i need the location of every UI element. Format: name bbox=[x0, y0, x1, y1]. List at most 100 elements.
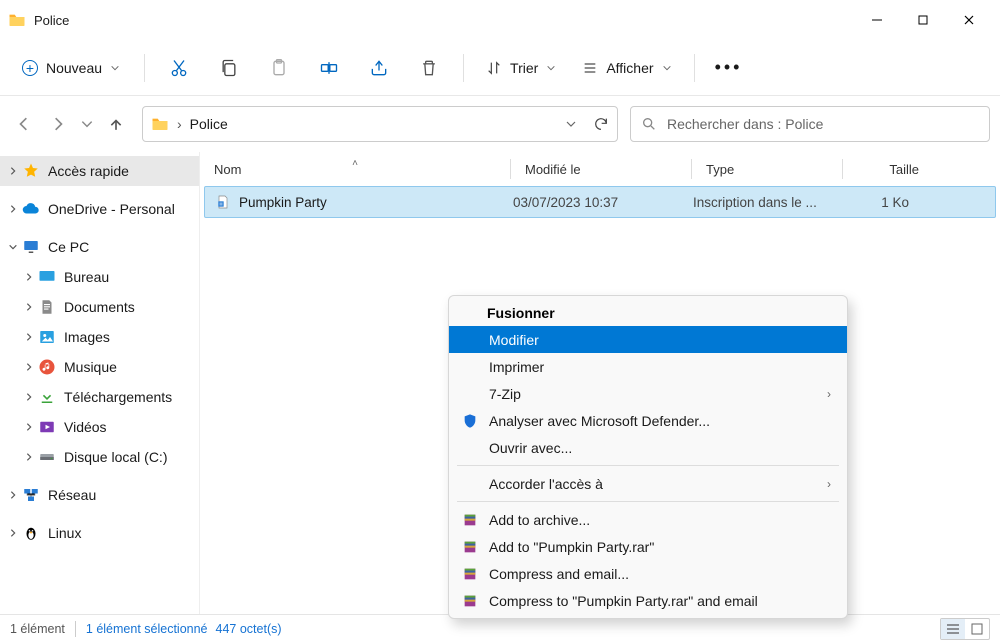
sidebar-item-videos[interactable]: Vidéos bbox=[0, 412, 199, 442]
chevron-right-icon[interactable] bbox=[20, 452, 38, 462]
column-header-modified[interactable]: Modifié le bbox=[511, 162, 691, 177]
delete-button[interactable] bbox=[407, 49, 451, 87]
sidebar: Accès rapide OneDrive - Personal Ce PC B… bbox=[0, 152, 200, 614]
sidebar-item-label: Accès rapide bbox=[48, 163, 129, 179]
sidebar-item-quick-access[interactable]: Accès rapide bbox=[0, 156, 199, 186]
menu-item-print[interactable]: Imprimer bbox=[449, 353, 847, 380]
reg-file-icon bbox=[215, 194, 231, 210]
chevron-right-icon[interactable] bbox=[20, 362, 38, 372]
file-size: 1 Ko bbox=[843, 195, 923, 210]
network-icon bbox=[22, 486, 40, 504]
back-button[interactable] bbox=[10, 109, 38, 139]
address-segment[interactable]: Police bbox=[190, 116, 228, 132]
copy-button[interactable] bbox=[207, 49, 251, 87]
menu-item-open-with[interactable]: Ouvrir avec... bbox=[449, 434, 847, 461]
cloud-icon bbox=[22, 200, 40, 218]
more-button[interactable]: ••• bbox=[707, 49, 751, 87]
close-button[interactable] bbox=[946, 3, 992, 37]
chevron-right-icon[interactable] bbox=[4, 528, 22, 538]
view-icon bbox=[582, 60, 598, 76]
sidebar-item-network[interactable]: Réseau bbox=[0, 480, 199, 510]
more-icon: ••• bbox=[715, 57, 743, 78]
status-selection-count: 1 élément sélectionné bbox=[86, 622, 208, 636]
window-title: Police bbox=[34, 13, 69, 28]
new-button[interactable]: + Nouveau bbox=[10, 54, 132, 82]
menu-item-defender[interactable]: Analyser avec Microsoft Defender... bbox=[449, 407, 847, 434]
archive-icon bbox=[462, 539, 478, 555]
menu-header: Fusionner bbox=[449, 300, 847, 326]
sidebar-item-label: Ce PC bbox=[48, 239, 89, 255]
up-button[interactable] bbox=[102, 109, 130, 139]
sidebar-item-label: Disque local (C:) bbox=[64, 449, 167, 465]
view-large-icons-button[interactable] bbox=[965, 619, 989, 639]
sidebar-item-downloads[interactable]: Téléchargements bbox=[0, 382, 199, 412]
chevron-right-icon[interactable] bbox=[20, 422, 38, 432]
cut-button[interactable] bbox=[157, 49, 201, 87]
address-bar[interactable]: › Police bbox=[142, 106, 618, 142]
sort-button[interactable]: Trier bbox=[476, 54, 566, 82]
sidebar-item-disk-c[interactable]: Disque local (C:) bbox=[0, 442, 199, 472]
share-button[interactable] bbox=[357, 49, 401, 87]
sidebar-item-onedrive[interactable]: OneDrive - Personal bbox=[0, 194, 199, 224]
sort-indicator-icon: ˄ bbox=[352, 158, 358, 169]
rename-button[interactable] bbox=[307, 49, 351, 87]
chevron-right-icon[interactable] bbox=[4, 166, 22, 176]
sidebar-item-linux[interactable]: Linux bbox=[0, 518, 199, 548]
file-name: Pumpkin Party bbox=[239, 195, 327, 210]
chevron-right-icon[interactable] bbox=[20, 302, 38, 312]
forward-button[interactable] bbox=[44, 109, 72, 139]
menu-item-add-archive[interactable]: Add to archive... bbox=[449, 506, 847, 533]
archive-icon bbox=[462, 566, 478, 582]
chevron-right-icon: › bbox=[177, 116, 182, 132]
status-item-count: 1 élément bbox=[10, 622, 65, 636]
recent-button[interactable] bbox=[78, 109, 96, 139]
chevron-right-icon[interactable] bbox=[20, 332, 38, 342]
sort-icon bbox=[486, 60, 502, 76]
chevron-right-icon[interactable] bbox=[4, 204, 22, 214]
file-row[interactable]: Pumpkin Party 03/07/2023 10:37 Inscripti… bbox=[204, 186, 996, 218]
monitor-icon bbox=[22, 238, 40, 256]
menu-item-7zip[interactable]: 7-Zip › bbox=[449, 380, 847, 407]
document-icon bbox=[38, 298, 56, 316]
view-details-button[interactable] bbox=[941, 619, 965, 639]
view-mode-toggle bbox=[940, 618, 990, 640]
star-icon bbox=[22, 162, 40, 180]
menu-item-add-rar[interactable]: Add to "Pumpkin Party.rar" bbox=[449, 533, 847, 560]
menu-item-modify[interactable]: Modifier bbox=[449, 326, 847, 353]
navigation-bar: › Police Rechercher dans : Police bbox=[0, 96, 1000, 152]
menu-item-compress-rar-email[interactable]: Compress to "Pumpkin Party.rar" and emai… bbox=[449, 587, 847, 614]
chevron-down-icon[interactable] bbox=[565, 118, 577, 130]
shield-icon bbox=[462, 413, 478, 429]
main-area: Accès rapide OneDrive - Personal Ce PC B… bbox=[0, 152, 1000, 614]
sidebar-item-music[interactable]: Musique bbox=[0, 352, 199, 382]
music-icon bbox=[38, 358, 56, 376]
column-header-size[interactable]: Taille bbox=[843, 162, 933, 177]
desktop-icon bbox=[38, 268, 56, 286]
maximize-button[interactable] bbox=[900, 3, 946, 37]
sidebar-item-documents[interactable]: Documents bbox=[0, 292, 199, 322]
sidebar-item-label: Documents bbox=[64, 299, 135, 315]
sidebar-item-desktop[interactable]: Bureau bbox=[0, 262, 199, 292]
chevron-right-icon[interactable] bbox=[20, 392, 38, 402]
column-header-type[interactable]: Type bbox=[692, 162, 842, 177]
chevron-right-icon[interactable] bbox=[20, 272, 38, 282]
sidebar-item-label: Images bbox=[64, 329, 110, 345]
sidebar-item-images[interactable]: Images bbox=[0, 322, 199, 352]
view-button[interactable]: Afficher bbox=[572, 54, 681, 82]
search-input[interactable]: Rechercher dans : Police bbox=[630, 106, 990, 142]
archive-icon bbox=[462, 593, 478, 609]
view-button-label: Afficher bbox=[606, 60, 653, 76]
menu-item-compress-email[interactable]: Compress and email... bbox=[449, 560, 847, 587]
sidebar-item-this-pc[interactable]: Ce PC bbox=[0, 232, 199, 262]
column-header-name[interactable]: Nom ˄ bbox=[200, 162, 510, 177]
video-icon bbox=[38, 418, 56, 436]
menu-item-grant-access[interactable]: Accorder l'accès à › bbox=[449, 470, 847, 497]
drive-icon bbox=[38, 448, 56, 466]
paste-button[interactable] bbox=[257, 49, 301, 87]
refresh-button[interactable] bbox=[593, 116, 609, 132]
chevron-right-icon[interactable] bbox=[4, 490, 22, 500]
chevron-down-icon[interactable] bbox=[4, 242, 22, 252]
minimize-button[interactable] bbox=[854, 3, 900, 37]
new-button-label: Nouveau bbox=[46, 60, 102, 76]
folder-icon bbox=[151, 115, 169, 133]
